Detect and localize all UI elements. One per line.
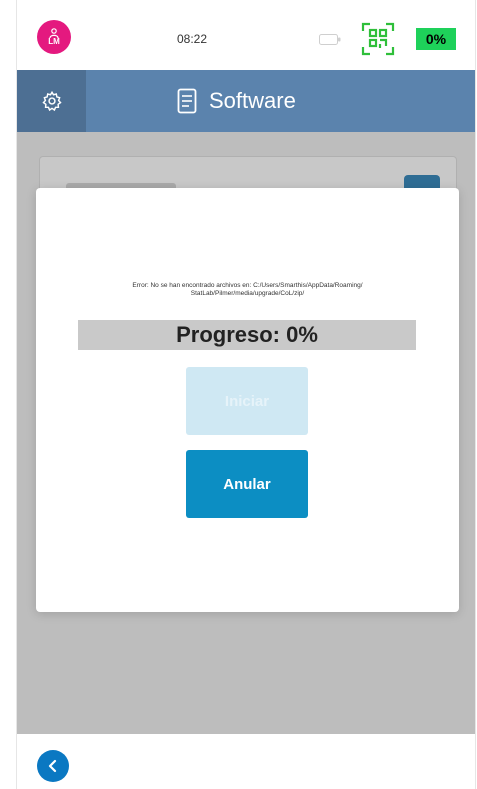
progress-label: Progreso: 0%	[176, 322, 318, 347]
battery-icon	[319, 34, 341, 45]
cancel-button[interactable]: Anular	[186, 450, 308, 518]
clock: 08:22	[177, 32, 208, 46]
chevron-left-icon	[48, 759, 57, 773]
progress-bar: Progreso: 0%	[78, 320, 416, 350]
status-bar: LM 08:22 0%	[17, 0, 475, 68]
gear-icon	[41, 90, 62, 112]
document-icon	[177, 88, 197, 114]
header-title-group: Software	[177, 86, 296, 116]
page-title: Software	[209, 88, 296, 113]
avatar-initials: LM	[48, 37, 60, 46]
avatar[interactable]: LM	[37, 20, 71, 54]
settings-button[interactable]	[17, 70, 86, 132]
error-message: Error: No se han encontrado archivos en:…	[132, 282, 363, 297]
header-bar: Software	[17, 70, 475, 132]
upgrade-dialog: Error: No se han encontrado archivos en:…	[36, 188, 459, 612]
battery-percent-badge: 0%	[416, 28, 456, 50]
footer-bar	[17, 734, 475, 789]
start-button[interactable]: Iniciar	[186, 367, 308, 435]
back-button[interactable]	[37, 750, 69, 782]
qr-scan-icon[interactable]	[361, 22, 395, 56]
app-frame: LM 08:22 0% Software Error: No se han en…	[16, 0, 476, 789]
